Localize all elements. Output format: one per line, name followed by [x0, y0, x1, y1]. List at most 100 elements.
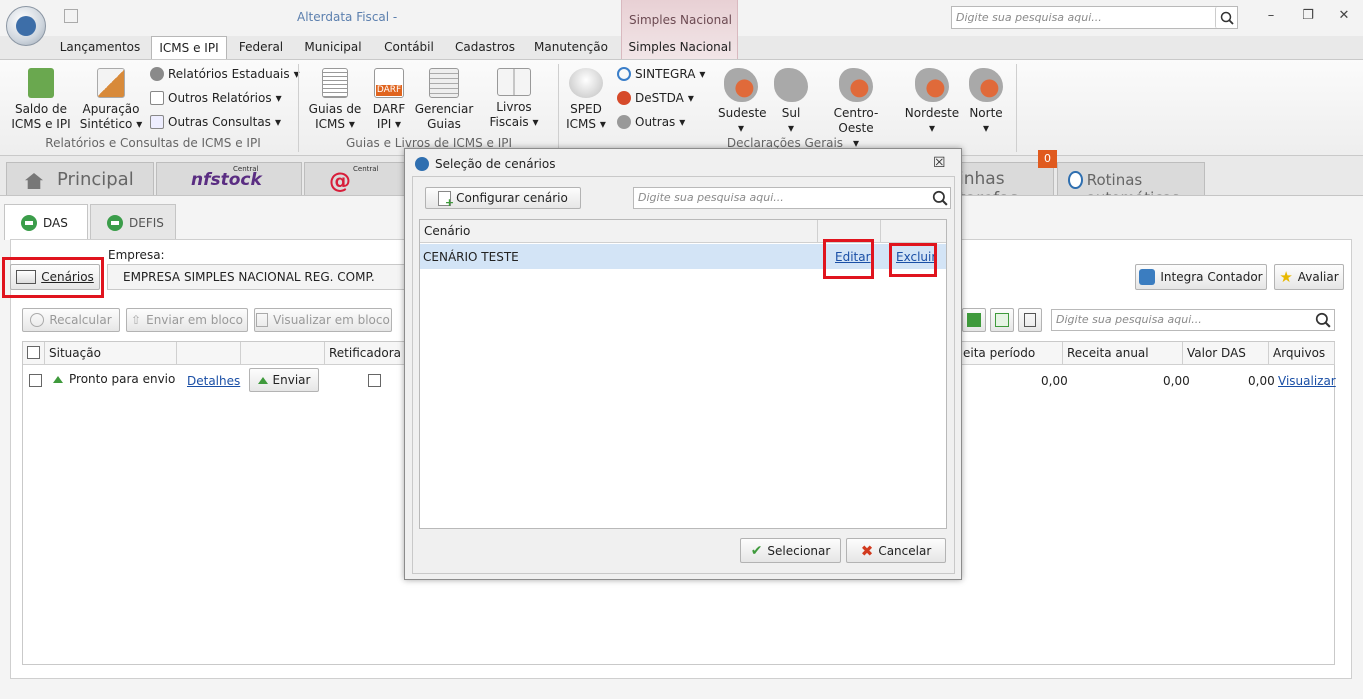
- upload-icon: ⇧: [131, 313, 142, 327]
- header-arquivos[interactable]: Arquivos: [1269, 342, 1335, 365]
- row-checkbox[interactable]: [29, 374, 42, 387]
- group-separator: [558, 64, 559, 152]
- tab-icms-ipi[interactable]: ICMS e IPI: [151, 36, 227, 60]
- global-search-input[interactable]: Digite sua pesquisa aqui...: [951, 6, 1238, 29]
- apuracao-sintetico-button[interactable]: Apuração Sintético ▾: [78, 68, 144, 132]
- configurar-cenario-button[interactable]: + Configurar cenário: [425, 187, 581, 209]
- restore-button[interactable]: ❐: [1298, 8, 1318, 26]
- tab-simples-nacional[interactable]: Simples Nacional: [624, 36, 736, 60]
- dialog-close-button[interactable]: ☒: [933, 155, 946, 171]
- recalcular-button[interactable]: Recalcular: [22, 308, 120, 332]
- livros-fiscais-button[interactable]: Livros Fiscais ▾: [484, 68, 544, 130]
- dialog-search-input[interactable]: Digite sua pesquisa aqui...: [633, 187, 951, 209]
- brazil-map-icon: [839, 68, 873, 102]
- tab-lancamentos[interactable]: Lançamentos: [54, 36, 146, 60]
- integra-contador-button[interactable]: Integra Contador: [1135, 264, 1267, 290]
- empresa-field[interactable]: EMPRESA SIMPLES NACIONAL REG. COMP.: [107, 264, 407, 290]
- destda-button[interactable]: DeSTDA ▾: [617, 91, 694, 105]
- tab-principal[interactable]: Principal: [6, 162, 154, 196]
- magnifier-doc-icon: [150, 115, 164, 129]
- tasks-count-badge: 0: [1038, 150, 1057, 168]
- darf-ipi-button[interactable]: DARF DARF IPI ▾: [368, 68, 410, 132]
- cancelar-button[interactable]: ✖ Cancelar: [846, 538, 946, 563]
- region-sudeste-button[interactable]: Sudeste ▾: [718, 68, 767, 136]
- relatorios-estaduais-button[interactable]: Relatórios Estaduais ▾: [150, 67, 300, 81]
- highlight-excluir: [889, 243, 937, 277]
- calculator-icon: [30, 313, 45, 327]
- group-separator: [1016, 64, 1017, 152]
- quick-access-grid-icon[interactable]: [64, 9, 78, 23]
- visualizar-bloco-button[interactable]: Visualizar em bloco: [254, 308, 392, 332]
- gerenciar-guias-button[interactable]: Gerenciar Guias: [414, 68, 474, 132]
- saldo-icms-ipi-button[interactable]: Saldo de ICMS e IPI: [10, 68, 72, 132]
- header-cenario[interactable]: Cenário: [420, 220, 818, 243]
- header-retificadora[interactable]: Retificadora: [325, 342, 405, 365]
- retificadora-checkbox[interactable]: [368, 374, 381, 387]
- select-all-checkbox[interactable]: [27, 346, 40, 359]
- tab-contabil[interactable]: Contábil: [376, 36, 442, 60]
- header-excluir: [881, 220, 946, 243]
- header-valor-das[interactable]: Valor DAS: [1183, 342, 1269, 365]
- nfstock-logo: nfstock: [191, 170, 262, 190]
- star-icon: ★: [1279, 268, 1293, 286]
- tab-municipal[interactable]: Municipal: [296, 36, 370, 60]
- tab-cadastros[interactable]: Cadastros: [448, 36, 522, 60]
- tab-rotinas-automaticas[interactable]: Rotinas automáticas: [1057, 162, 1205, 207]
- region-nordeste-button[interactable]: Nordeste ▾: [904, 68, 960, 136]
- tab-federal[interactable]: Federal: [232, 36, 290, 60]
- header-enviar[interactable]: [241, 342, 325, 365]
- dialog-title: Seleção de cenários: [435, 157, 556, 171]
- tab-nfstock[interactable]: Central nfstock: [156, 162, 302, 196]
- tab-defis[interactable]: DEFIS: [90, 204, 176, 240]
- destda-icon: [617, 91, 631, 105]
- app-title: Alterdata Fiscal -: [297, 10, 398, 24]
- cursor-icon: [1024, 313, 1036, 327]
- outras-consultas-button[interactable]: Outras Consultas ▾: [150, 115, 281, 129]
- tab-contador[interactable]: Central @ conta: [304, 162, 408, 196]
- empresa-label: Empresa:: [108, 248, 165, 262]
- header-detalhes[interactable]: [177, 342, 241, 365]
- visualizar-link[interactable]: Visualizar: [1278, 374, 1336, 388]
- region-sul-button[interactable]: Sul ▾: [772, 68, 810, 136]
- header-receita-anual[interactable]: Receita anual: [1063, 342, 1183, 365]
- report-pencil-icon: [97, 68, 125, 98]
- cancel-x-icon: ✖: [860, 541, 874, 560]
- export-excel-button[interactable]: [962, 308, 986, 332]
- gears-icon: [150, 67, 164, 81]
- search-icon[interactable]: [932, 190, 948, 209]
- darf-icon: DARF: [374, 68, 404, 98]
- enviar-row-button[interactable]: Enviar: [249, 368, 319, 392]
- avaliar-button[interactable]: ★ Avaliar: [1274, 264, 1344, 290]
- brazil-map-icon: [724, 68, 758, 102]
- select-columns-button[interactable]: [1018, 308, 1042, 332]
- selecionar-button[interactable]: ✔ Selecionar: [740, 538, 841, 563]
- guias-icms-button[interactable]: Guias de ICMS ▾: [307, 68, 363, 132]
- close-button[interactable]: ✕: [1334, 8, 1354, 26]
- detalhes-link[interactable]: Detalhes: [187, 374, 240, 388]
- enviar-bloco-button[interactable]: ⇧ Enviar em bloco: [126, 308, 248, 332]
- simples-logo-icon: [107, 214, 123, 231]
- region-norte-button[interactable]: Norte ▾: [966, 68, 1006, 136]
- excel-icon: [967, 313, 981, 327]
- export-grid-button[interactable]: [990, 308, 1014, 332]
- outras-button[interactable]: Outras ▾: [617, 115, 685, 129]
- minimize-button[interactable]: –: [1261, 8, 1281, 26]
- header-situacao[interactable]: Situação: [45, 342, 177, 365]
- sintegra-button[interactable]: SINTEGRA ▾: [617, 67, 705, 81]
- check-icon: ✔: [750, 542, 763, 559]
- globe-icon: [16, 16, 36, 36]
- search-icon[interactable]: [1315, 312, 1331, 331]
- header-receita-periodo[interactable]: eita período: [959, 342, 1063, 365]
- grid-search-input[interactable]: Digite sua pesquisa aqui...: [1051, 309, 1335, 331]
- sped-icms-button[interactable]: SPED ICMS ▾: [563, 68, 609, 132]
- upload-arrow-icon: [257, 376, 268, 384]
- header-select-all[interactable]: [23, 342, 45, 365]
- app-menu-button[interactable]: [6, 6, 46, 46]
- tab-das[interactable]: DAS: [4, 204, 88, 240]
- tab-manutencao[interactable]: Manutenção: [528, 36, 614, 60]
- group-label-relatorios: Relatórios e Consultas de ICMS e IPI: [45, 136, 261, 150]
- outros-relatorios-button[interactable]: Outros Relatórios ▾: [150, 91, 282, 105]
- search-icon[interactable]: [1215, 7, 1237, 28]
- scenario-selection-dialog: Seleção de cenários ☒ + Configurar cenár…: [404, 148, 962, 580]
- sped-disc-icon: [569, 68, 603, 98]
